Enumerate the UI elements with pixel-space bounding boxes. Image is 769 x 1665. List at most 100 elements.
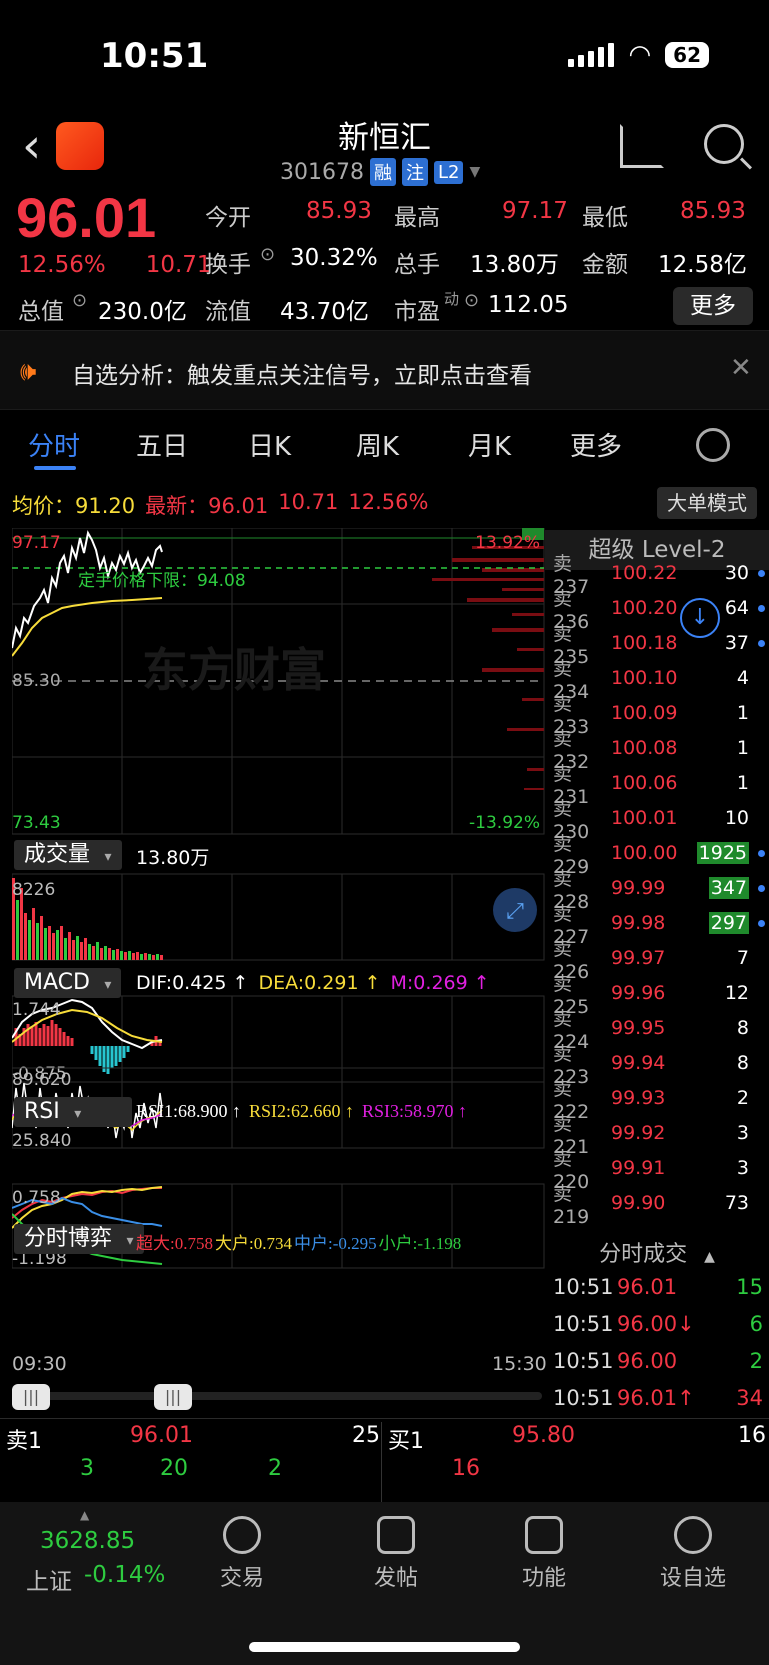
macd-dea: DEA:0.291 ↑	[258, 972, 381, 994]
signal-icon	[568, 43, 615, 67]
yen-cycle-icon	[223, 1516, 261, 1554]
wifi-icon: ◠	[628, 40, 652, 70]
current-price: 96.01	[16, 186, 157, 249]
tick-row: 10:51 96.01 15	[553, 1275, 763, 1299]
sell1-label: 卖1	[6, 1429, 42, 1454]
volume-total: 13.80万	[136, 847, 210, 869]
tick-time: 10:51	[553, 1349, 614, 1373]
tick-time: 10:51	[553, 1275, 614, 1299]
order-volume-value: 8	[736, 1052, 749, 1074]
big-order-mode-button[interactable]: 大单模式	[657, 487, 757, 519]
order-price: 99.97	[611, 947, 666, 969]
tab-more[interactable]: 更多	[570, 426, 622, 463]
index-row[interactable]: 上证 -0.14%	[26, 1562, 165, 1596]
chart-low-label: 73.43	[12, 813, 61, 833]
order-price: 99.98	[611, 912, 666, 934]
order-price: 99.95	[611, 1017, 666, 1039]
mcap-label: 总值	[18, 299, 64, 325]
chart-high-label: 97.17	[12, 533, 61, 553]
order-price: 100.08	[611, 737, 678, 759]
nav-post-label: 发帖	[374, 1566, 419, 1591]
low-value: 85.93	[680, 198, 746, 224]
info-icon[interactable]: ⊙	[72, 290, 87, 311]
buy1-label: 买1	[388, 1429, 424, 1454]
tab-daily-k[interactable]: 日K	[248, 426, 291, 463]
share-icon[interactable]	[620, 124, 664, 168]
high-label: 最高	[394, 205, 440, 231]
range-slider-track[interactable]	[12, 1392, 542, 1400]
range-slider-right-handle[interactable]: |||	[154, 1384, 192, 1410]
turnover-value: 30.32%	[290, 245, 378, 271]
change-amount: 10.71	[145, 252, 212, 278]
order-volume: 73	[693, 1192, 769, 1214]
order-book-row[interactable]: 卖 219 99.90 73	[553, 1183, 769, 1228]
macd-selector[interactable]: MACD	[14, 968, 122, 998]
tab-intraday[interactable]: 分时	[28, 426, 80, 463]
volume-label: 总手	[394, 252, 440, 278]
tick-time: 10:51	[553, 1312, 614, 1336]
signal-banner[interactable]: 🕪 自选分析：触发重点关注信号，立即点击查看 ✕	[0, 330, 769, 410]
order-volume-value: 2	[736, 1087, 749, 1109]
index-name: 上证	[26, 1569, 72, 1595]
nav-post[interactable]: 发帖	[374, 1516, 418, 1592]
sell1-price: 96.01	[130, 1423, 193, 1448]
order-volume-value: 8	[736, 1017, 749, 1039]
avg-price-row: 均价：91.20 最新：96.01 10.71 12.56%	[12, 490, 428, 520]
avg-value: 91.20	[75, 494, 136, 518]
stock-code-row[interactable]: 301678 融 注 L2 ▼	[280, 158, 480, 186]
order-volume-value: 1	[736, 772, 749, 794]
search-icon[interactable]	[704, 124, 744, 164]
order-volume: 4	[693, 667, 769, 689]
order-volume-value: 297	[708, 912, 749, 934]
order-price: 100.06	[611, 772, 678, 794]
range-slider-left-handle[interactable]: |||	[12, 1384, 50, 1410]
pe-value: 112.05	[488, 292, 569, 318]
gear-icon[interactable]	[696, 428, 730, 462]
axis-end: 15:30	[492, 1353, 547, 1375]
tab-weekly-k[interactable]: 周K	[356, 426, 399, 463]
order-price: 100.09	[611, 702, 678, 724]
index-value[interactable]: 3628.85	[40, 1528, 135, 1554]
tab-monthly-k[interactable]: 月K	[468, 426, 511, 463]
macd-m: M:0.269 ↑	[390, 972, 490, 994]
period-tabs: 分时 五日 日K 周K 月K 更多	[0, 420, 769, 478]
status-time: 10:51	[100, 36, 209, 76]
order-volume-value: 7	[736, 947, 749, 969]
close-icon[interactable]: ✕	[730, 353, 752, 383]
more-button[interactable]: 更多	[673, 287, 753, 325]
order-dot-icon	[758, 920, 765, 927]
order-volume: 3	[693, 1122, 769, 1144]
chart-high-pct: 13.92%	[475, 533, 540, 553]
game-selector[interactable]: 分时博弈	[14, 1224, 144, 1254]
super-large-value: 超大:0.758	[136, 1234, 213, 1253]
tab-5day[interactable]: 五日	[136, 426, 188, 463]
nav-functions-label: 功能	[522, 1566, 567, 1591]
nav-functions[interactable]: 功能	[522, 1516, 566, 1592]
order-price: 100.18	[611, 632, 678, 654]
pe-superscript: 动	[444, 290, 460, 308]
order-volume: 1	[693, 772, 769, 794]
game-values: 超大:0.758 大户:0.734 中户:-0.295 小户:-1.198	[136, 1229, 461, 1254]
large-value: 大户:0.734	[214, 1234, 292, 1253]
ticks-header[interactable]: 分时成交 ▲	[545, 1236, 769, 1270]
order-price: 100.00	[611, 842, 678, 864]
order-volume-value: 30	[724, 562, 749, 584]
info-icon[interactable]: ⊙	[464, 290, 479, 311]
order-dot-icon	[758, 605, 765, 612]
tick-row: 10:51 96.00↓ 6	[553, 1312, 763, 1336]
download-icon[interactable]: ↓	[680, 598, 720, 638]
last-value: 96.01	[208, 494, 269, 518]
nav-trade[interactable]: 交易	[220, 1516, 264, 1592]
buy1-price: 95.80	[512, 1423, 575, 1448]
watermark-logo: 东方财富	[142, 643, 326, 697]
order-price: 100.22	[611, 562, 678, 584]
info-icon[interactable]: ⊙	[260, 244, 275, 265]
macd-dif: DIF:0.425 ↑	[136, 972, 249, 994]
rsi-selector[interactable]: RSI	[14, 1097, 132, 1127]
volume-selector[interactable]: 成交量	[14, 840, 122, 870]
price-change: 12.56% 10.71	[18, 252, 212, 278]
nav-add-watchlist[interactable]: 设自选	[660, 1516, 726, 1592]
turnover-label: 换手	[205, 252, 251, 278]
tick-price: 96.00↓	[617, 1312, 695, 1336]
amount-label: 金额	[582, 252, 628, 278]
